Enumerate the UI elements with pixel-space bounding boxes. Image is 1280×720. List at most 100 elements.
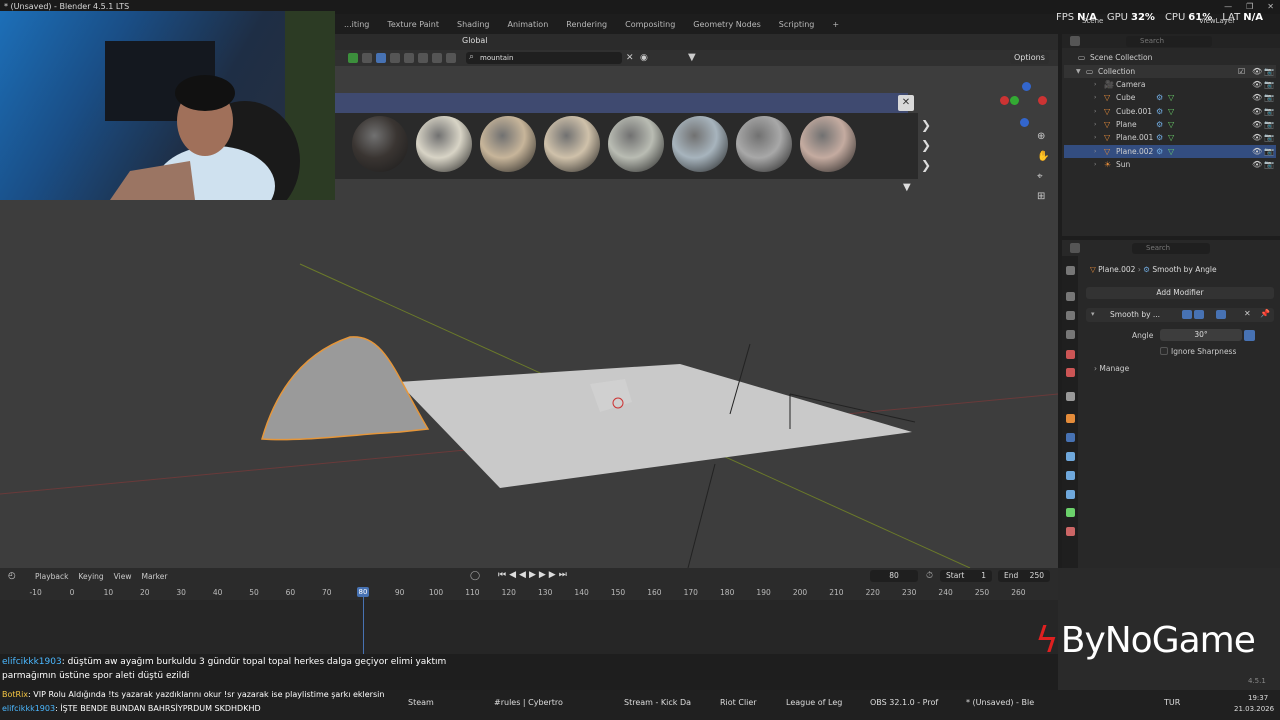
texture-icon[interactable] (404, 53, 414, 63)
asset-search-input[interactable]: mountain (466, 51, 622, 64)
taskbar-steam[interactable]: Steam (408, 698, 434, 707)
outliner-object-row[interactable]: › 🎥 Camera 👁 📷 (1064, 78, 1276, 91)
render-camera-icon[interactable]: 📷 (1264, 105, 1274, 118)
hand-pan-icon[interactable]: ✋ (1037, 151, 1049, 162)
chevron-right-icon[interactable]: › (1094, 78, 1096, 91)
material-sphere-thumbnail[interactable] (800, 116, 856, 172)
chevron-right-icon[interactable]: › (1094, 145, 1096, 158)
playhead[interactable]: 80 (357, 587, 369, 597)
manage-panel-header[interactable]: › Manage (1094, 364, 1129, 373)
taskbar-chrome[interactable]: Stream - Kick Da (624, 698, 691, 707)
taskbar-league[interactable]: League of Leg (786, 698, 842, 707)
modifier-icon[interactable]: ⚙ (1156, 131, 1163, 144)
close-icon[interactable]: ✕ (1267, 0, 1274, 14)
scene-selector[interactable]: Scene (1082, 17, 1103, 25)
output-tab-icon[interactable] (1066, 311, 1075, 320)
material-sphere-thumbnail[interactable] (608, 116, 664, 172)
tab-geometry-nodes[interactable]: Geometry Nodes (684, 18, 769, 32)
material-sphere-thumbnail[interactable] (416, 116, 472, 172)
tab-rendering[interactable]: Rendering (557, 18, 616, 32)
chevron-right-icon[interactable]: › (1094, 131, 1096, 144)
camera-toggle-icon[interactable] (1216, 310, 1226, 319)
zoom-icon[interactable]: ⊕ (1037, 131, 1045, 142)
ignore-sharpness-checkbox[interactable] (1160, 347, 1168, 355)
playback-menu[interactable]: Playback (35, 572, 68, 581)
collection-row[interactable]: ▼ ▭ Collection ☑ 👁 📷 (1064, 65, 1276, 78)
eye-icon[interactable]: 👁 (1252, 78, 1262, 91)
view-menu[interactable]: View (114, 572, 132, 581)
marker-menu[interactable]: Marker (141, 572, 167, 581)
data-tab-icon[interactable] (1066, 508, 1075, 517)
options-button[interactable]: Options (1010, 52, 1049, 64)
transform-orientation-dropdown[interactable]: Global (462, 36, 488, 46)
modifier-tab-icon[interactable] (1066, 433, 1075, 442)
language-indicator[interactable]: TUR (1164, 698, 1180, 707)
world-icon[interactable] (446, 53, 456, 63)
clock-date[interactable]: 21.03.2026 (1234, 705, 1274, 713)
taskbar-blender[interactable]: * (Unsaved) - Ble (966, 698, 1034, 707)
add-modifier-button[interactable]: Add Modifier (1086, 287, 1274, 299)
outliner-object-row[interactable]: › ▽ Plane 👁 📷 ⚙ ▽ (1064, 118, 1276, 131)
chevron-right-icon[interactable]: ❯ (921, 158, 931, 172)
remove-modifier-icon[interactable]: ✕ (1244, 309, 1251, 318)
tab-compositing[interactable]: Compositing (616, 18, 684, 32)
light-probe-icon[interactable] (432, 53, 442, 63)
keying-menu[interactable]: Keying (78, 572, 103, 581)
outliner-search-input[interactable]: Search (1126, 36, 1212, 47)
playback-controls[interactable]: ⏮◀◀▶▶▶⏭ (498, 570, 570, 580)
modifier-icon[interactable]: ⚙ (1156, 91, 1163, 104)
scene-tab-icon[interactable] (1066, 350, 1075, 359)
render-camera-icon[interactable]: 📷 (1264, 145, 1274, 158)
tab-editing[interactable]: ...iting (335, 18, 378, 32)
chevron-right-icon[interactable]: ❯ (921, 138, 931, 152)
mesh-data-icon[interactable]: ▽ (1168, 145, 1174, 158)
funnel-filter-icon[interactable]: ▼ (688, 52, 696, 63)
modifier-name-field[interactable]: Smooth by ... (1110, 310, 1160, 319)
clock-icon[interactable]: ◴ (8, 571, 16, 581)
render-camera-icon[interactable]: 📷 (1264, 78, 1274, 91)
material-icon[interactable] (348, 53, 358, 63)
material-sphere-thumbnail[interactable] (480, 116, 536, 172)
eye-icon[interactable]: 👁 (1252, 118, 1262, 131)
eye-icon[interactable]: ◉ (640, 53, 648, 63)
tab-scripting[interactable]: Scripting (770, 18, 824, 32)
tool-tab-icon[interactable] (1066, 266, 1075, 275)
scene-collection-row[interactable]: ▭ Scene Collection (1064, 51, 1276, 64)
material-sphere-thumbnail[interactable] (352, 116, 408, 172)
mesh-data-icon[interactable]: ▽ (1168, 105, 1174, 118)
gizmo-y[interactable] (1010, 96, 1019, 105)
outliner-object-row[interactable]: › ▽ Plane.002 👁 📷 ⚙ ▽ (1064, 144, 1276, 158)
chevron-right-icon[interactable]: ❯ (921, 118, 931, 132)
gizmo-x[interactable] (1038, 96, 1047, 105)
end-frame-field[interactable]: End 250 (998, 570, 1050, 582)
material-sphere-thumbnail[interactable] (736, 116, 792, 172)
auto-keying-icon[interactable]: ◯ (470, 571, 480, 581)
mesh-data-icon[interactable]: ▽ (1168, 131, 1174, 144)
select-box-icon[interactable] (362, 53, 372, 63)
chevron-down-icon[interactable]: ▼ (903, 182, 911, 193)
current-frame-field[interactable]: 80 (870, 570, 918, 582)
filter-icon[interactable] (390, 53, 400, 63)
constraints-tab-icon[interactable] (1066, 490, 1075, 499)
tab-animation[interactable]: Animation (498, 18, 557, 32)
properties-editor-icon[interactable] (1070, 243, 1080, 253)
chevron-right-icon[interactable]: › (1094, 105, 1096, 118)
object-tab-icon[interactable] (1066, 414, 1075, 423)
material-tab-icon[interactable] (1066, 527, 1075, 536)
outliner-object-row[interactable]: › ▽ Plane.001 👁 📷 ⚙ ▽ (1064, 131, 1276, 144)
outliner-object-row[interactable]: › ▽ Cube.001 👁 📷 ⚙ ▽ (1064, 105, 1276, 118)
modifier-icon[interactable]: ⚙ (1156, 105, 1163, 118)
start-frame-field[interactable]: Start 1 (940, 570, 992, 582)
close-shelf-button[interactable]: ✕ (898, 95, 914, 111)
chevron-right-icon[interactable]: › (1094, 118, 1096, 131)
taskbar-riot-client[interactable]: Riot Clier (720, 698, 757, 707)
tab-texture-paint[interactable]: Texture Paint (378, 18, 448, 32)
view-layer-tab-icon[interactable] (1066, 330, 1075, 339)
add-workspace-button[interactable]: + (823, 18, 848, 32)
modifier-icon[interactable]: ⚙ (1156, 145, 1163, 158)
render-toggle-icon[interactable] (1194, 310, 1204, 319)
taskbar-discord[interactable]: #rules | Cybertro (494, 698, 563, 707)
collection-tab-icon[interactable] (1066, 392, 1075, 401)
world-tab-icon[interactable] (1066, 368, 1075, 377)
modifier-icon[interactable]: ⚙ (1156, 118, 1163, 131)
